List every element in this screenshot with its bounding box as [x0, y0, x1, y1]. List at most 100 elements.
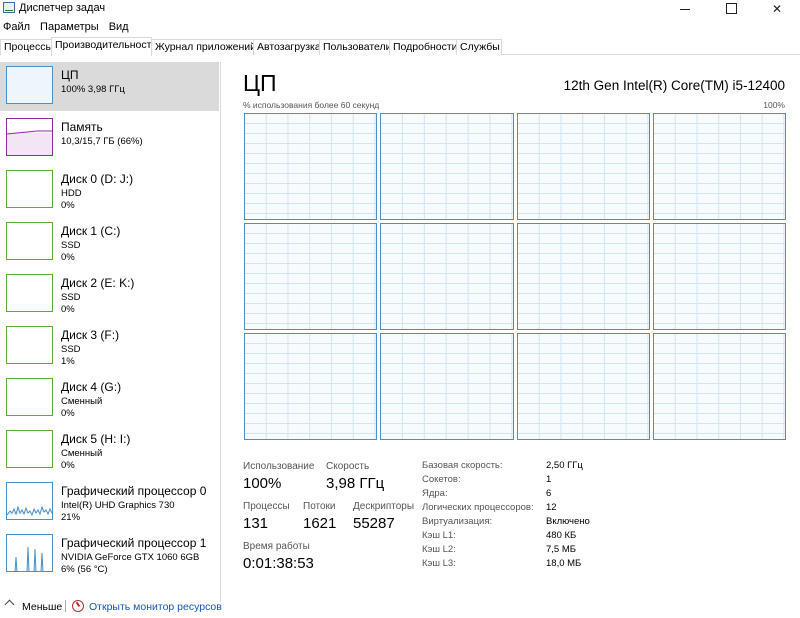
menu-file[interactable]: Файл — [0, 19, 35, 36]
close-button[interactable]: ✕ — [754, 0, 800, 17]
device-usage: 21% — [61, 512, 81, 523]
device-item-disk-1[interactable]: Диск 1 (C:) SSD 0% — [0, 218, 219, 267]
threads-value: 1621 — [303, 515, 337, 532]
device-list: ЦП 100% 3,98 ГГц Память 10,3/15,7 ГБ (66%) Д… — [0, 62, 221, 602]
title-bar: Диспетчер задач ✕ — [0, 0, 800, 17]
device-thumbnail — [6, 482, 53, 520]
footer-bar: Меньше Открыть монитор ресурсов — [0, 596, 800, 618]
device-item-disk-5[interactable]: Диск 5 (H: I:) Сменный 0% — [0, 426, 219, 475]
device-detail: 10,3/15,7 ГБ (66%) — [61, 136, 143, 147]
logical-processor-graph — [652, 113, 786, 220]
device-name: Память — [61, 120, 103, 134]
device-item-cpu[interactable]: ЦП 100% 3,98 ГГц — [0, 62, 219, 111]
menu-options[interactable]: Параметры — [35, 19, 104, 36]
device-usage: 1% — [61, 356, 75, 367]
device-item-disk-2[interactable]: Диск 2 (E: K:) SSD 0% — [0, 270, 219, 319]
device-thumbnail — [6, 170, 53, 208]
detail-key: Базовая скорость: — [422, 460, 503, 471]
device-usage: 0% — [61, 252, 75, 263]
device-usage: 0% — [61, 408, 75, 419]
tab-details[interactable]: Подробности — [389, 39, 458, 55]
speed-value: 3,98 ГГц — [326, 475, 385, 492]
device-name: Диск 2 (E: K:) — [61, 276, 135, 290]
detail-value: 18,0 МБ — [546, 558, 582, 569]
menu-bar: Файл Параметры Вид — [0, 19, 134, 36]
fewer-details-link[interactable]: Меньше — [22, 601, 62, 613]
tab-strip: Процессы Производительность Журнал прило… — [0, 37, 800, 56]
resource-monitor-icon[interactable] — [72, 600, 84, 612]
device-item-disk-0[interactable]: Диск 0 (D: J:) HDD 0% — [0, 166, 219, 215]
device-name: Графический процессор 1 — [61, 536, 207, 550]
cpu-detail-panel: ЦП 12th Gen Intel(R) Core(TM) i5-12400 %… — [229, 62, 800, 602]
maximize-button[interactable] — [708, 0, 754, 17]
threads-label: Потоки — [303, 501, 336, 512]
handles-label: Дескрипторы — [353, 501, 415, 512]
menu-view[interactable]: Вид — [104, 19, 134, 36]
device-name: Диск 0 (D: J:) — [61, 172, 134, 186]
device-thumbnail — [6, 66, 53, 104]
device-item-disk-4[interactable]: Диск 4 (G:) Сменный 0% — [0, 374, 219, 423]
footer-separator — [65, 600, 66, 612]
device-thumbnail — [6, 222, 53, 260]
device-thumbnail — [6, 326, 53, 364]
detail-key: Логических процессоров: — [422, 502, 534, 513]
core-graph-grid[interactable] — [244, 113, 786, 440]
window-title: Диспетчер задач — [19, 2, 106, 14]
tab-services[interactable]: Службы — [456, 39, 502, 55]
task-manager-icon — [3, 2, 15, 13]
device-detail: SSD — [61, 292, 81, 303]
device-name: ЦП — [61, 68, 79, 82]
logical-processor-graph — [244, 223, 378, 330]
usage-value: 100% — [243, 475, 282, 492]
detail-key: Кэш L3: — [422, 558, 456, 569]
graph-max-label: 100% — [763, 100, 785, 110]
device-name: Диск 1 (C:) — [61, 224, 121, 238]
device-thumbnail — [6, 118, 53, 156]
tab-processes[interactable]: Процессы — [0, 39, 53, 55]
detail-value: Включено — [546, 516, 590, 527]
detail-value: 12 — [546, 502, 557, 513]
device-detail: Intel(R) UHD Graphics 730 — [61, 500, 175, 511]
detail-key: Виртуализация: — [422, 516, 493, 527]
logical-processor-graph — [516, 223, 650, 330]
tab-performance[interactable]: Производительность — [51, 37, 157, 56]
device-item-gpu-1[interactable]: Графический процессор 1 NVIDIA GeForce GT… — [0, 530, 219, 579]
chevron-up-icon[interactable] — [4, 599, 15, 610]
device-usage: 0% — [61, 200, 75, 211]
device-item-memory[interactable]: Память 10,3/15,7 ГБ (66%) — [0, 114, 219, 163]
device-detail: Сменный — [61, 448, 103, 459]
uptime-label: Время работы — [243, 541, 310, 552]
device-name: Диск 5 (H: I:) — [61, 432, 131, 446]
device-usage: 0% — [61, 460, 75, 471]
speed-label: Скорость — [326, 461, 370, 472]
logical-processor-graph — [380, 113, 514, 220]
logical-processor-graph — [244, 113, 378, 220]
logical-processor-graph — [516, 333, 650, 440]
device-name: Диск 3 (F:) — [61, 328, 120, 342]
device-detail: HDD — [61, 188, 82, 199]
device-thumbnail — [6, 534, 53, 572]
detail-key: Сокетов: — [422, 474, 461, 485]
device-detail: 100% 3,98 ГГц — [61, 84, 125, 95]
detail-value: 1 — [546, 474, 552, 485]
tab-users[interactable]: Пользователи — [319, 39, 392, 55]
detail-value: 7,5 МБ — [546, 544, 576, 555]
open-resource-monitor-link[interactable]: Открыть монитор ресурсов — [89, 601, 222, 613]
task-manager-window: Диспетчер задач ✕ Файл Параметры Вид Про… — [0, 0, 800, 618]
processes-label: Процессы — [243, 501, 290, 512]
device-name: Диск 4 (G:) — [61, 380, 122, 394]
device-thumbnail — [6, 378, 53, 416]
detail-key: Ядра: — [422, 488, 448, 499]
detail-value: 480 КБ — [546, 530, 577, 541]
device-usage: 6% (56 °C) — [61, 564, 108, 575]
uptime-value: 0:01:38:53 — [243, 555, 314, 572]
graph-caption: % использования более 60 секунд — [243, 100, 380, 110]
device-thumbnail — [6, 430, 53, 468]
device-item-disk-3[interactable]: Диск 3 (F:) SSD 1% — [0, 322, 219, 371]
detail-value: 2,50 ГГц — [546, 460, 583, 471]
device-detail: Сменный — [61, 396, 103, 407]
minimize-button[interactable] — [662, 0, 708, 17]
tab-app-history[interactable]: Журнал приложений — [151, 39, 256, 55]
tab-startup[interactable]: Автозагрузка — [253, 39, 321, 55]
device-item-gpu-0[interactable]: Графический процессор 0 Intel(R) UHD Grap… — [0, 478, 219, 527]
